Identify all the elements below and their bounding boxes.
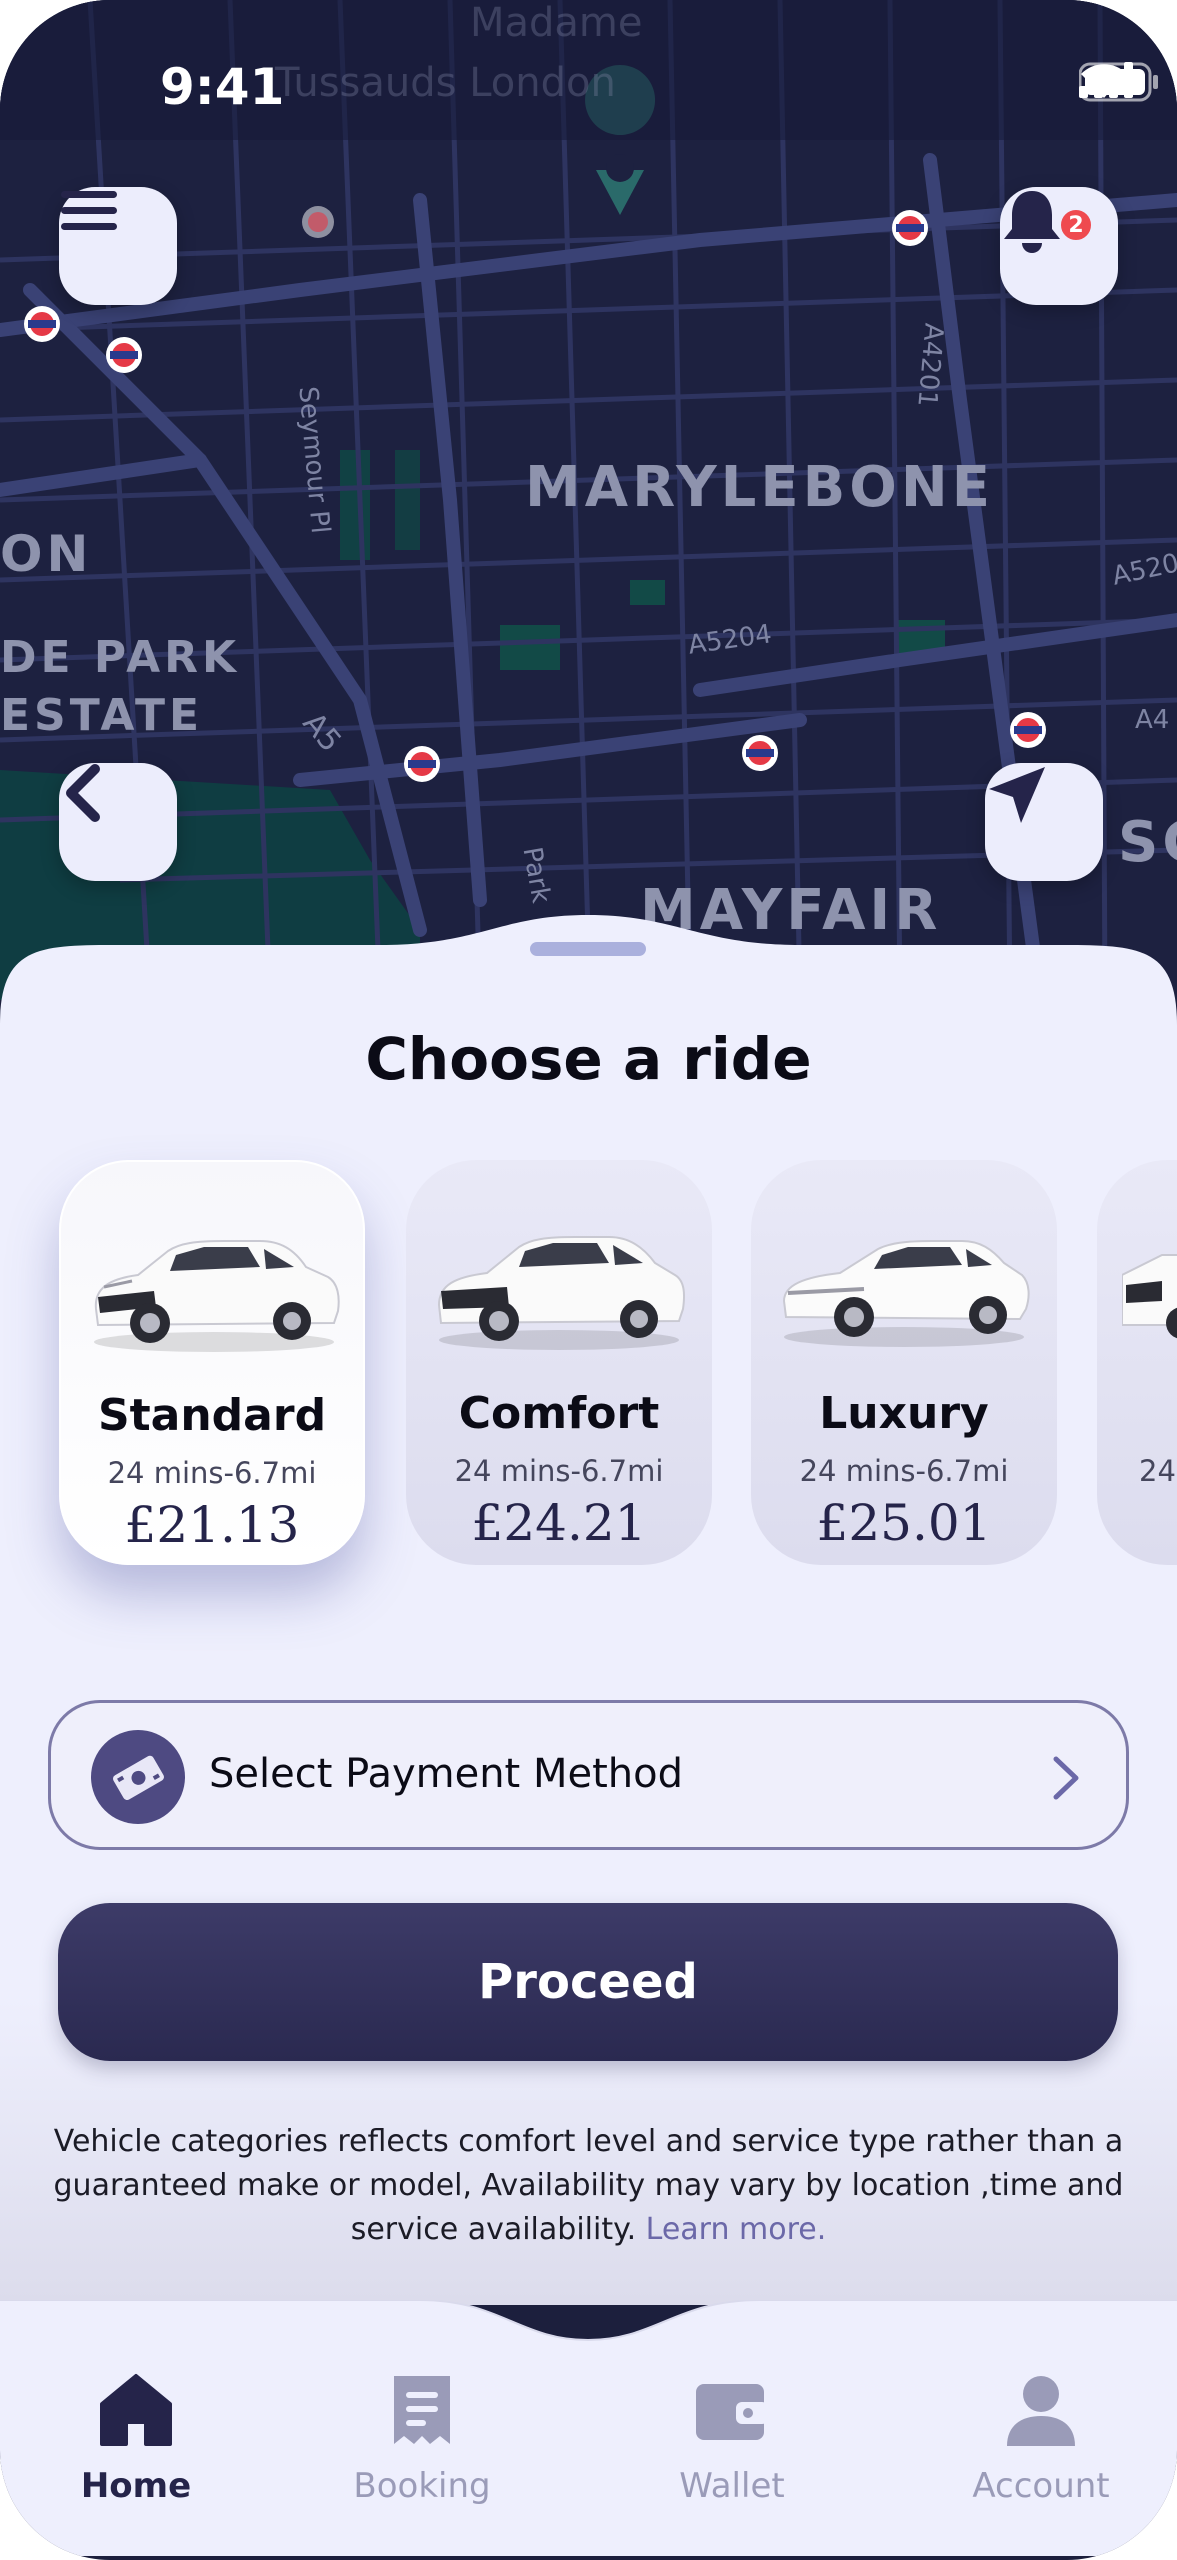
- booking-icon: [394, 2376, 450, 2444]
- ride-name: Luxury: [819, 1388, 989, 1439]
- wallet-icon: [696, 2384, 768, 2440]
- notifications-button[interactable]: 2: [1000, 187, 1118, 305]
- map-label-sc: SC: [1118, 810, 1177, 875]
- map-label-estate: ESTATE: [0, 690, 204, 741]
- ride-meta: 24 mins-6.7mi: [107, 1456, 317, 1490]
- nav-label: Booking: [353, 2466, 491, 2506]
- bell-icon: [1004, 191, 1060, 253]
- poi-label-tussauds: Tussauds London: [275, 60, 616, 106]
- ride-meta: 24: [1139, 1454, 1176, 1488]
- car-comfort-image: [437, 1236, 685, 1350]
- battery-icon: [1079, 62, 1158, 102]
- sheet-title: Choose a ride: [365, 1025, 812, 1093]
- ride-meta: 24 mins-6.7mi: [454, 1454, 664, 1488]
- nav-home[interactable]: Home: [26, 2370, 246, 2520]
- back-button[interactable]: [59, 763, 177, 881]
- poi-label-madame: Madame: [470, 0, 643, 46]
- map-label-de-park: DE PARK: [0, 632, 241, 683]
- learn-more-link[interactable]: Learn more.: [646, 2212, 827, 2247]
- ride-sheet: Choose a ride Standard 24 mins-6.7mi £21…: [0, 905, 1177, 2305]
- sheet-handle[interactable]: [530, 942, 646, 956]
- map-label-marylebone: MARYLEBONE: [525, 455, 995, 520]
- map-label-on: ON: [0, 525, 93, 583]
- car-luxury-image: [782, 1240, 1030, 1347]
- ride-options[interactable]: Standard 24 mins-6.7mi £21.13 Comfort 24…: [0, 1160, 1177, 1580]
- ride-card-standard[interactable]: Standard 24 mins-6.7mi £21.13: [59, 1160, 365, 1565]
- car-suv-image: [1122, 1254, 1177, 1339]
- ride-name: Standard: [97, 1390, 327, 1441]
- ride-meta: 24 mins-6.7mi: [799, 1454, 1009, 1488]
- nav-label: Wallet: [679, 2466, 785, 2506]
- road-label-a4: A4: [1135, 705, 1170, 735]
- car-standard-image: [94, 1240, 340, 1352]
- home-icon: [100, 2374, 172, 2446]
- nav-booking[interactable]: Booking: [312, 2370, 532, 2520]
- ride-price: £24.21: [471, 1494, 647, 1552]
- cash-icon: [91, 1730, 185, 1824]
- chevron-right-icon: [1053, 1756, 1079, 1800]
- status-time: 9:41: [160, 58, 285, 116]
- disclaimer-body: Vehicle categories reflects comfort leve…: [53, 2124, 1124, 2247]
- sheet-background: [0, 915, 1177, 2305]
- locate-button[interactable]: [985, 763, 1103, 881]
- menu-button[interactable]: [59, 187, 177, 305]
- bottom-nav: Home Booking Wallet Account: [0, 2300, 1177, 2560]
- menu-icon: [61, 191, 117, 230]
- nav-label: Account: [972, 2466, 1110, 2506]
- nav-label: Home: [80, 2466, 192, 2506]
- map-view[interactable]: MARYLEBONE MAYFAIR ON DE PARK ESTATE SC …: [0, 0, 1177, 1000]
- nav-account[interactable]: Account: [931, 2370, 1151, 2520]
- ride-price: £25.01: [816, 1494, 992, 1552]
- ride-card-luxury[interactable]: Luxury 24 mins-6.7mi £25.01: [751, 1160, 1057, 1565]
- notification-badge: 2: [1058, 207, 1094, 243]
- ride-price: £21.13: [124, 1496, 300, 1554]
- phone-screen: MARYLEBONE MAYFAIR ON DE PARK ESTATE SC …: [0, 0, 1177, 2560]
- ride-card-comfort[interactable]: Comfort 24 mins-6.7mi £24.21: [406, 1160, 712, 1565]
- ride-card-partial[interactable]: 24: [1097, 1160, 1177, 1565]
- nav-wallet[interactable]: Wallet: [622, 2370, 842, 2520]
- payment-method-button[interactable]: Select Payment Method: [48, 1700, 1129, 1850]
- payment-label: Select Payment Method: [209, 1751, 683, 1797]
- ride-name: Comfort: [458, 1388, 660, 1439]
- account-icon: [1007, 2376, 1075, 2446]
- chevron-left-icon: [66, 764, 100, 822]
- disclaimer-text: Vehicle categories reflects comfort leve…: [50, 2120, 1127, 2252]
- proceed-button[interactable]: Proceed: [58, 1903, 1118, 2061]
- navigation-arrow-icon: [989, 767, 1045, 823]
